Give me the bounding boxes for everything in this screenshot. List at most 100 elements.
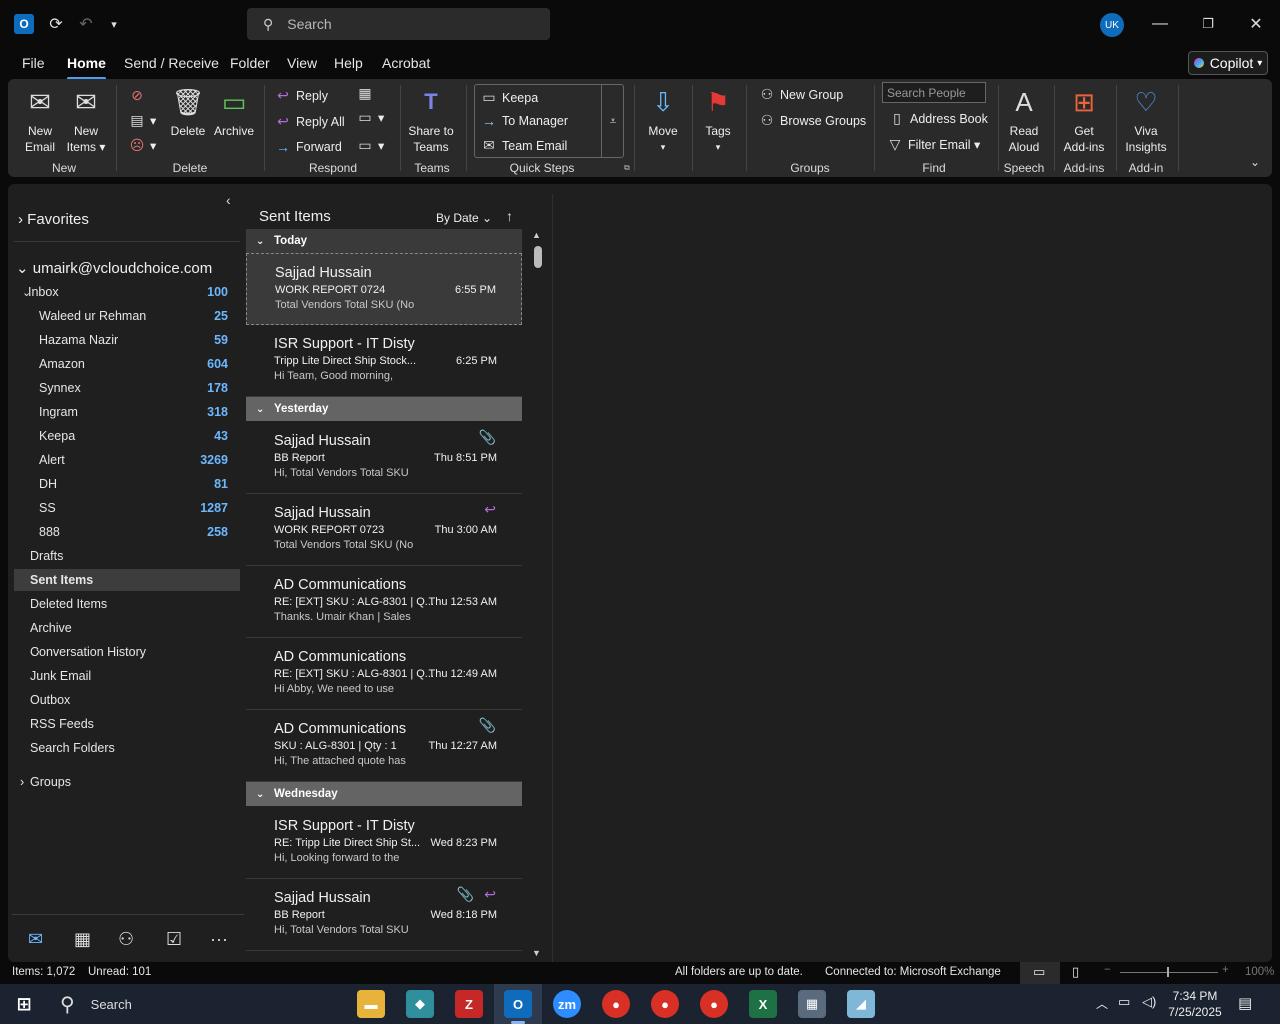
read-aloud-button[interactable]: A Read Aloud: [1002, 85, 1046, 155]
message-item[interactable]: ISR Support - IT Disty RE: Tripp Lite Di…: [246, 807, 522, 879]
new-group-button[interactable]: ⚇ New Group: [758, 86, 844, 103]
address-book-button[interactable]: ▯ Address Book: [888, 110, 988, 127]
close-icon[interactable]: ✕: [1244, 12, 1268, 36]
folder-subfolder[interactable]: Ingram 318: [14, 401, 240, 423]
message-item[interactable]: Sajjad Hussain 📎 BB Report Thu 8:51 PM H…: [246, 422, 522, 494]
new-items-button[interactable]: ✉ New Items ▾: [64, 85, 108, 155]
tags-button[interactable]: ⚑ Tags ▾: [698, 85, 738, 155]
network-icon[interactable]: ▭: [1118, 994, 1130, 1010]
message-item[interactable]: AD Communications RE: [EXT] SKU : ALG-83…: [246, 566, 522, 638]
new-email-button[interactable]: ✉ New Email: [20, 85, 60, 155]
undo-icon[interactable]: ↶: [76, 14, 96, 34]
ribbon-expand-icon[interactable]: ⌄: [1250, 155, 1260, 169]
folder-item[interactable]: › Conversation History: [14, 641, 240, 663]
message-item[interactable]: AD Communications RE: [EXT] SKU : ALG-83…: [246, 638, 522, 710]
zoom-in-icon[interactable]: +: [1222, 964, 1229, 976]
ignore-button[interactable]: ⊘: [128, 87, 150, 104]
meeting-button[interactable]: ▦: [356, 85, 378, 102]
tab-file[interactable]: File: [22, 55, 45, 71]
search-people-input[interactable]: Search People: [882, 82, 986, 103]
zoom-thumb[interactable]: [1167, 967, 1169, 977]
forward-button[interactable]: → Forward: [274, 139, 342, 155]
message-item[interactable]: Sajjad Hussain ↩ WORK REPORT 0723 Thu 3:…: [246, 494, 522, 566]
share-to-teams-button[interactable]: T Share to Teams: [406, 85, 456, 155]
clock[interactable]: 7:34 PM 7/25/2025: [1164, 988, 1226, 1020]
junk-button[interactable]: ☹ ▾: [128, 137, 157, 154]
tab-home[interactable]: Home: [67, 55, 106, 80]
folder-subfolder[interactable]: Amazon 604: [14, 353, 240, 375]
folder-item[interactable]: Sent Items: [14, 569, 240, 591]
scroll-up-icon[interactable]: ▲: [532, 230, 541, 240]
zoom-out-icon[interactable]: −: [1104, 964, 1111, 976]
tasks-icon[interactable]: ☑: [166, 929, 182, 950]
message-item[interactable]: Sajjad Hussain WORK REPORT 0724 6:55 PM …: [246, 253, 522, 325]
tab-send-receive[interactable]: Send / Receive: [124, 55, 219, 71]
folder-subfolder[interactable]: Keepa 43: [14, 425, 240, 447]
zoom-icon[interactable]: zm: [553, 990, 581, 1018]
im-button[interactable]: ▭ ▾: [356, 109, 384, 126]
archive-button[interactable]: ▭ Archive: [212, 85, 256, 139]
windows-start-icon[interactable]: ⊞: [10, 990, 38, 1018]
groups-header[interactable]: › Groups: [14, 771, 240, 793]
quick-step-keepa[interactable]: ▭ Keepa: [480, 89, 538, 106]
account-header[interactable]: ⌄ umairk@vcloudchoice.com: [16, 259, 212, 277]
message-item[interactable]: ISR Support - IT Disty Tripp Lite Direct…: [246, 325, 522, 397]
viva-insights-button[interactable]: ♡ Viva Insights: [1120, 85, 1172, 155]
folder-subfolder[interactable]: 888 258: [14, 521, 240, 543]
restore-icon[interactable]: ❐: [1196, 12, 1220, 36]
calendar-icon[interactable]: ▦: [74, 929, 91, 950]
file-explorer-icon[interactable]: ▬: [357, 990, 385, 1018]
chrome-icon[interactable]: ●: [651, 990, 679, 1018]
scroll-down-icon[interactable]: ▼: [532, 948, 541, 958]
app-icon[interactable]: ◆: [406, 990, 434, 1018]
folder-subfolder[interactable]: Hazama Nazir 59: [14, 329, 240, 351]
mail-icon[interactable]: ✉: [28, 929, 43, 950]
dialog-launcher-icon[interactable]: ⧉: [624, 163, 630, 173]
chrome-icon[interactable]: ●: [602, 990, 630, 1018]
folder-item[interactable]: Deleted Items: [14, 593, 240, 615]
minimize-icon[interactable]: —: [1148, 12, 1172, 36]
quick-step-to-manager[interactable]: → To Manager: [480, 113, 568, 129]
taskbar-search[interactable]: ⚲ Search: [60, 992, 132, 1017]
folder-item[interactable]: Search Folders: [14, 737, 240, 759]
tab-folder[interactable]: Folder: [230, 55, 270, 71]
folder-item[interactable]: Archive: [14, 617, 240, 639]
filezilla-icon[interactable]: Z: [455, 990, 483, 1018]
search-input[interactable]: ⚲ Search: [247, 8, 550, 40]
favorites-header[interactable]: › Favorites: [18, 211, 89, 228]
sync-icon[interactable]: ⟳: [46, 14, 66, 34]
folder-item[interactable]: Outbox: [14, 689, 240, 711]
delete-button[interactable]: 🗑 Delete: [168, 85, 208, 139]
zoom-slider[interactable]: [1120, 972, 1218, 973]
folder-inbox[interactable]: ⌄ Inbox 100: [14, 281, 240, 303]
tab-help[interactable]: Help: [334, 55, 363, 71]
cleanup-button[interactable]: ▤ ▾: [128, 112, 156, 129]
volume-icon[interactable]: ◁): [1142, 994, 1156, 1010]
date-group-header[interactable]: ⌄ Yesterday: [246, 397, 522, 421]
folder-item[interactable]: RSS Feeds: [14, 713, 240, 735]
folder-subfolder[interactable]: Synnex 178: [14, 377, 240, 399]
app-icon[interactable]: ◢: [847, 990, 875, 1018]
message-list-scrollbar[interactable]: ▲ ▼: [530, 228, 544, 962]
folder-item[interactable]: Drafts: [14, 545, 240, 567]
folder-item[interactable]: Junk Email: [14, 665, 240, 687]
message-item[interactable]: Sajjad Hussain 📎 ↩ BB Report Wed 8:18 PM …: [246, 879, 522, 951]
more-icon[interactable]: ···: [210, 929, 228, 950]
avatar[interactable]: UK: [1100, 13, 1124, 37]
chrome-icon[interactable]: ●: [700, 990, 728, 1018]
tray-overflow-icon[interactable]: ︿: [1096, 995, 1108, 1012]
outlook-taskbar-icon[interactable]: O: [504, 990, 532, 1018]
people-icon[interactable]: ⚇: [118, 929, 134, 950]
scroll-thumb[interactable]: [534, 246, 542, 268]
filter-email-button[interactable]: ▽ Filter Email ▾: [886, 136, 981, 153]
quick-steps-more-button[interactable]: ⩡: [601, 84, 624, 158]
folder-subfolder[interactable]: DH 81: [14, 473, 240, 495]
date-group-header[interactable]: ⌄ Wednesday: [246, 782, 522, 806]
date-group-header[interactable]: ⌄ Today: [246, 229, 522, 253]
quick-step-team-email[interactable]: ✉ Team Email: [480, 137, 567, 154]
folder-subfolder[interactable]: SS 1287: [14, 497, 240, 519]
sort-direction-icon[interactable]: ↑: [506, 208, 513, 224]
calculator-icon[interactable]: ▦: [798, 990, 826, 1018]
customize-toolbar-icon[interactable]: ▾: [104, 14, 124, 34]
excel-icon[interactable]: X: [749, 990, 777, 1018]
